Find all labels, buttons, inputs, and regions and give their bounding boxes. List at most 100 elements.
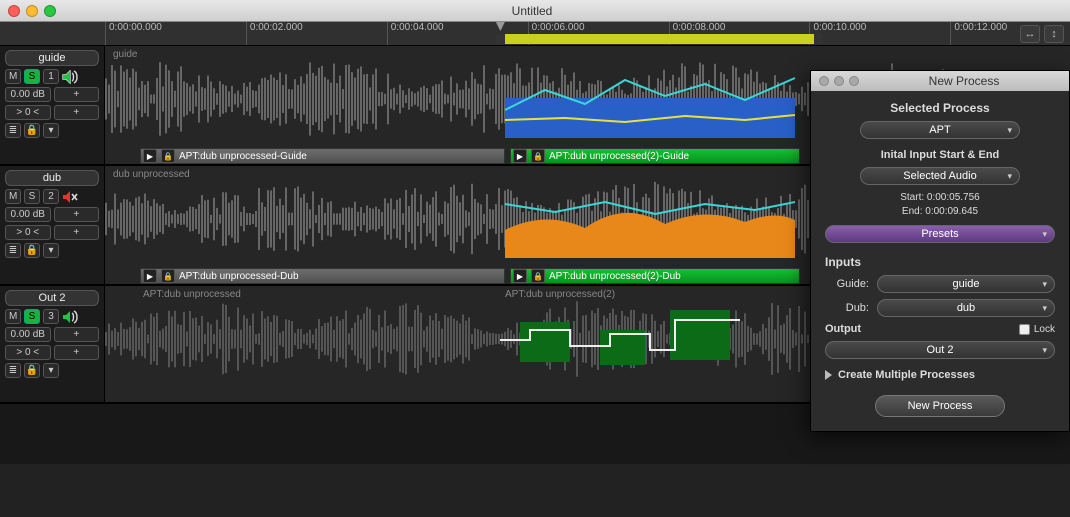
track-number: 2 (43, 189, 59, 204)
gain-db[interactable]: 0.00 dB (5, 87, 51, 102)
play-icon[interactable]: ▶ (513, 269, 527, 283)
track-header: Out 2 M S 3 0.00 dB+ > 0 <+ ≣ 🔒 ▾ (0, 286, 105, 402)
minimize-window-button[interactable] (26, 5, 38, 17)
selection-end-handle[interactable] (814, 34, 823, 44)
lock-icon[interactable]: 🔒 (24, 123, 40, 138)
dub-select[interactable]: dub▾ (877, 299, 1055, 317)
lock-icon[interactable]: 🔒 (531, 149, 545, 163)
panel-titlebar[interactable]: New Process (811, 71, 1069, 91)
output-select[interactable]: Out 2▾ (825, 341, 1055, 359)
lock-icon[interactable]: 🔒 (161, 269, 175, 283)
horizontal-fit-button[interactable]: ↔ (1020, 25, 1040, 43)
play-icon[interactable]: ▶ (143, 149, 157, 163)
lane-label: dub unprocessed (113, 169, 190, 180)
add-button[interactable]: + (54, 225, 100, 240)
add-button[interactable]: + (54, 87, 100, 102)
lock-output[interactable]: Lock (1019, 324, 1055, 335)
add-button[interactable]: + (54, 327, 100, 342)
clip-label: APT:dub unprocessed-Dub (177, 271, 299, 282)
selected-process-heading: Selected Process (825, 101, 1055, 115)
new-process-panel: New Process Selected Process APT▾ Inital… (810, 70, 1070, 432)
clip-label: APT:dub unprocessed-Guide (177, 151, 307, 162)
layers-icon[interactable]: ≣ (5, 243, 21, 258)
create-multiple-toggle[interactable]: Create Multiple Processes (825, 369, 1055, 381)
timeline-ruler[interactable]: 0:00:00.000 0:00:02.000 0:00:04.000 0:00… (105, 22, 1014, 45)
layers-icon[interactable]: ≣ (5, 363, 21, 378)
ruler-tick: 0:00:12.000 (950, 22, 1007, 45)
mute-button[interactable]: M (5, 189, 21, 204)
guide-select[interactable]: guide▾ (877, 275, 1055, 293)
play-icon[interactable]: ▶ (143, 269, 157, 283)
panel-min-icon[interactable] (834, 76, 844, 86)
lock-icon[interactable]: 🔒 (161, 149, 175, 163)
speaker-icon[interactable] (62, 69, 78, 84)
vertical-fit-button[interactable]: ↕ (1044, 25, 1064, 43)
output-heading: Output (825, 323, 861, 335)
initial-input-heading: Inital Input Start & End (825, 149, 1055, 161)
solo-button[interactable]: S (24, 69, 40, 84)
guide-input-row: Guide: guide▾ (825, 275, 1055, 293)
zoom-window-button[interactable] (44, 5, 56, 17)
output-heading-row: Output Lock (825, 323, 1055, 335)
gain-db[interactable]: 0.00 dB (5, 207, 51, 222)
track-name[interactable]: Out 2 (5, 290, 99, 306)
gain-db[interactable]: 0.00 dB (5, 327, 51, 342)
solo-button[interactable]: S (24, 309, 40, 324)
chevron-down-icon: ▾ (1007, 125, 1012, 136)
clip-bar[interactable]: ▶ 🔒 APT:dub unprocessed(2)-Guide (510, 148, 800, 164)
time-range-info: Start: 0:00:05.756 End: 0:00:09.645 (825, 191, 1055, 219)
speaker-icon[interactable] (62, 309, 78, 324)
dub-label: Dub: (825, 302, 869, 314)
close-window-button[interactable] (8, 5, 20, 17)
lock-icon[interactable]: 🔒 (531, 269, 545, 283)
pan-value[interactable]: > 0 < (5, 225, 51, 240)
chevron-down-icon: ▾ (1042, 303, 1047, 314)
lock-icon[interactable]: 🔒 (24, 243, 40, 258)
panel-close-icon[interactable] (819, 76, 829, 86)
add-button[interactable]: + (54, 105, 100, 120)
pan-value[interactable]: > 0 < (5, 105, 51, 120)
selection-start-handle[interactable] (496, 34, 505, 44)
pan-value[interactable]: > 0 < (5, 345, 51, 360)
chevron-down-icon: ▾ (1042, 279, 1047, 290)
solo-button[interactable]: S (24, 189, 40, 204)
chevron-down-icon: ▾ (1042, 345, 1047, 356)
track-header: guide M S 1 0.00 dB+ > 0 <+ ≣ 🔒 ▾ (0, 46, 105, 164)
lane-label: guide (113, 49, 137, 60)
selection-range[interactable] (505, 34, 814, 44)
process-select[interactable]: APT▾ (860, 121, 1020, 139)
toolbar-buttons: ↔ ↕ (1014, 22, 1070, 45)
layers-icon[interactable]: ≣ (5, 123, 21, 138)
window-titlebar: Untitled (0, 0, 1070, 22)
mute-button[interactable]: M (5, 69, 21, 84)
lock-checkbox[interactable] (1019, 324, 1030, 335)
track-name[interactable]: dub (5, 170, 99, 186)
clip-bar[interactable]: ▶ 🔒 APT:dub unprocessed(2)-Dub (510, 268, 800, 284)
panel-title: New Process (859, 74, 1069, 88)
lane-label: APT:dub unprocessed(2) (505, 289, 615, 300)
chevron-down-icon[interactable]: ▾ (43, 123, 59, 138)
input-range-select[interactable]: Selected Audio▾ (860, 167, 1020, 185)
add-button[interactable]: + (54, 207, 100, 222)
mute-button[interactable]: M (5, 309, 21, 324)
play-icon[interactable]: ▶ (513, 149, 527, 163)
clip-bar[interactable]: ▶ 🔒 APT:dub unprocessed-Dub (140, 268, 505, 284)
chevron-down-icon[interactable]: ▾ (43, 243, 59, 258)
new-process-button[interactable]: New Process (875, 395, 1005, 417)
clip-label: APT:dub unprocessed(2)-Dub (547, 271, 681, 282)
add-button[interactable]: + (54, 345, 100, 360)
track-name[interactable]: guide (5, 50, 99, 66)
track-number: 3 (43, 309, 59, 324)
window-title: Untitled (56, 4, 1008, 18)
guide-label: Guide: (825, 278, 869, 290)
panel-zoom-icon[interactable] (849, 76, 859, 86)
lock-icon[interactable]: 🔒 (24, 363, 40, 378)
playhead-icon[interactable] (496, 22, 505, 31)
track-header: dub M S 2 0.00 dB+ > 0 <+ ≣ 🔒 ▾ (0, 166, 105, 284)
window-controls (8, 5, 56, 17)
presets-select[interactable]: Presets▾ (825, 225, 1055, 243)
speaker-muted-icon[interactable] (62, 189, 78, 204)
clip-bar[interactable]: ▶ 🔒 APT:dub unprocessed-Guide (140, 148, 505, 164)
chevron-down-icon[interactable]: ▾ (43, 363, 59, 378)
ruler-tick: 0:00:02.000 (246, 22, 303, 45)
